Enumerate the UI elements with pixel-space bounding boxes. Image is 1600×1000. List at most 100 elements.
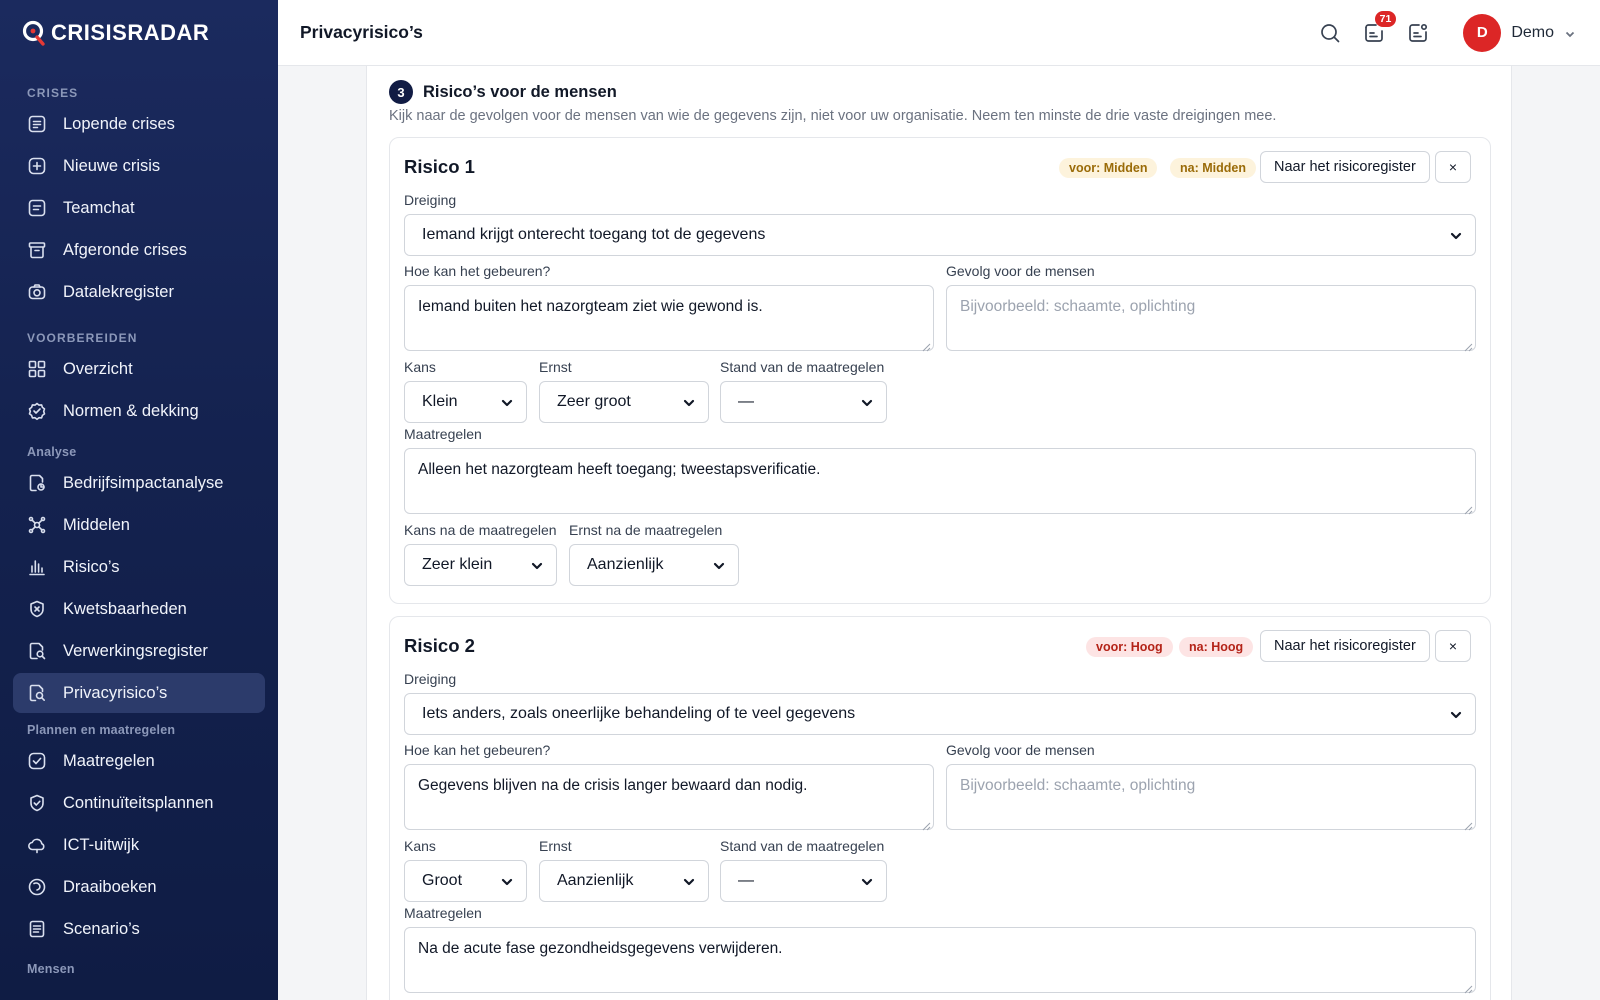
resize-grip-icon[interactable] [922,818,931,831]
sidebar-item-label: Scenario’s [63,919,140,938]
document-chart-icon [27,473,47,493]
gevolg-textarea[interactable]: Bijvoorbeeld: schaamte, oplichting [946,285,1476,352]
stand-select[interactable]: — [720,381,887,423]
sidebar-item-datalekregister[interactable]: Datalekregister [13,272,265,312]
sidebar-item-label: Maatregelen [63,751,155,770]
remove-risk-button[interactable]: × [1435,151,1471,183]
sidebar-item-afgeronde-crises[interactable]: Afgeronde crises [13,230,265,270]
gevolg-placeholder: Bijvoorbeeld: schaamte, oplichting [960,298,1196,315]
doc-lines-icon [27,919,47,939]
book-icon [27,877,47,897]
dreiging-value: Iemand krijgt onterecht toegang tot de g… [422,226,766,243]
user-name[interactable]: Demo [1511,24,1554,42]
kans-value: Klein [422,393,458,410]
resize-grip-icon[interactable] [1464,339,1473,352]
camera-icon [27,282,47,302]
kans-select[interactable]: Klein [404,381,527,423]
sidebar-item-draaiboeken[interactable]: Draaiboeken [13,867,265,907]
ernst-select[interactable]: Aanzienlijk [539,860,709,902]
chevron-down-icon[interactable] [1564,27,1576,39]
chevron-down-icon [531,559,543,571]
sidebar-section-plannen: Plannen en maatregelen [27,723,176,737]
kans-na-label: Kans na de maatregelen [404,522,557,538]
sidebar-item-ict-uitwijk[interactable]: ICT-uitwijk [13,825,265,865]
sidebar-item-label: Bedrijfsimpactanalyse [63,473,224,492]
cloud-icon [27,835,47,855]
risk-register-button[interactable]: Naar het risicoregister [1260,630,1430,662]
sidebar-section-voorbereiden: VOORBEREIDEN [27,331,138,345]
resize-grip-icon[interactable] [1464,502,1473,515]
status-badge-na: na: Hoog [1179,637,1254,657]
hoe-textarea[interactable]: Iemand buiten het nazorgteam ziet wie ge… [404,285,934,352]
sidebar-item-nieuwe-crisis[interactable]: Nieuwe crisis [13,146,265,186]
sidebar-item-privacyrisicos[interactable]: Privacyrisico’s [13,673,265,713]
risk-register-button[interactable]: Naar het risicoregister [1260,151,1430,183]
notifications-button[interactable]: 71 [1361,10,1397,46]
resize-grip-icon[interactable] [1464,818,1473,831]
sidebar-item-middelen[interactable]: Middelen [13,505,265,545]
sidebar-item-label: Continuïteitsplannen [63,793,214,812]
chevron-down-icon [1450,708,1462,720]
stand-select[interactable]: — [720,860,887,902]
messages-icon[interactable] [1405,20,1431,46]
brand-logo[interactable]: CRISISRADAR [0,0,278,66]
sidebar-item-overzicht[interactable]: Overzicht [13,349,265,389]
sidebar-item-label: Middelen [63,515,130,534]
gevolg-textarea[interactable]: Bijvoorbeeld: schaamte, oplichting [946,764,1476,831]
avatar[interactable]: D [1463,13,1502,52]
maatregelen-label: Maatregelen [404,905,482,921]
hoe-textarea[interactable]: Gegevens blijven na de crisis langer bew… [404,764,934,831]
ernst-select[interactable]: Zeer groot [539,381,709,423]
document-search-icon [27,641,47,661]
maatregelen-textarea[interactable]: Na de acute fase gezondheidsgegevens ver… [404,927,1476,994]
dreiging-select[interactable]: Iets anders, zoals oneerlijke behandelin… [404,693,1476,735]
stand-value: — [738,393,754,410]
chevron-down-icon [713,559,725,571]
sidebar-item-verwerkingsregister[interactable]: Verwerkingsregister [13,631,265,671]
status-badge-na: na: Midden [1170,158,1256,178]
sidebar-item-continuiteitsplannen[interactable]: Continuïteitsplannen [13,783,265,823]
sidebar-item-label: Afgeronde crises [63,240,187,259]
sidebar-item-teamchat[interactable]: Teamchat [13,188,265,228]
remove-risk-button[interactable]: × [1435,630,1471,662]
status-badge-voor: voor: Hoog [1086,637,1173,657]
sidebar-item-risicos[interactable]: Risico’s [13,547,265,587]
hoe-value: Gegevens blijven na de crisis langer bew… [418,777,808,794]
maatregelen-textarea[interactable]: Alleen het nazorgteam heeft toegang; twe… [404,448,1476,515]
sidebar-section-mensen: Mensen [27,962,75,976]
radar-logo-icon [22,20,46,46]
sidebar-item-maatregelen[interactable]: Maatregelen [13,741,265,781]
chevron-down-icon [1450,229,1462,241]
stand-value: — [738,872,754,889]
stand-label: Stand van de maatregelen [720,359,885,375]
sidebar-item-label: Risico’s [63,557,120,576]
sidebar-item-normen-dekking[interactable]: Normen & dekking [13,391,265,431]
chat-icon [27,198,47,218]
badge-check-icon [27,401,47,421]
sidebar-item-lopende-crises[interactable]: Lopende crises [13,104,265,144]
step-number: 3 [389,80,413,104]
kans-na-select[interactable]: Zeer klein [404,544,557,586]
sidebar-item-kwetsbaarheden[interactable]: Kwetsbaarheden [13,589,265,629]
chevron-down-icon [683,396,695,408]
sidebar-item-label: Overzicht [63,359,133,378]
resize-grip-icon[interactable] [922,339,931,352]
resize-grip-icon[interactable] [1464,981,1473,994]
kans-label: Kans [404,838,436,854]
gevolg-placeholder: Bijvoorbeeld: schaamte, oplichting [960,777,1196,794]
status-badge-voor: voor: Midden [1059,158,1158,178]
search-icon[interactable] [1317,20,1343,46]
kans-value: Groot [422,872,463,889]
ernst-label: Ernst [539,838,572,854]
dreiging-select[interactable]: Iemand krijgt onterecht toegang tot de g… [404,214,1476,256]
document-magnify-icon [27,683,47,703]
kans-select[interactable]: Groot [404,860,527,902]
page-title: Privacyrisico’s [300,22,423,42]
sidebar-item-label: Teamchat [63,198,135,217]
step-title: Risico’s voor de mensen [423,82,617,101]
ernst-na-select[interactable]: Aanzienlijk [569,544,739,586]
sidebar-item-bedrijfsimpactanalyse[interactable]: Bedrijfsimpactanalyse [13,463,265,503]
sidebar-item-scenarios[interactable]: Scenario’s [13,909,265,949]
ernst-na-value: Aanzienlijk [587,556,664,573]
shield-check-icon [27,793,47,813]
